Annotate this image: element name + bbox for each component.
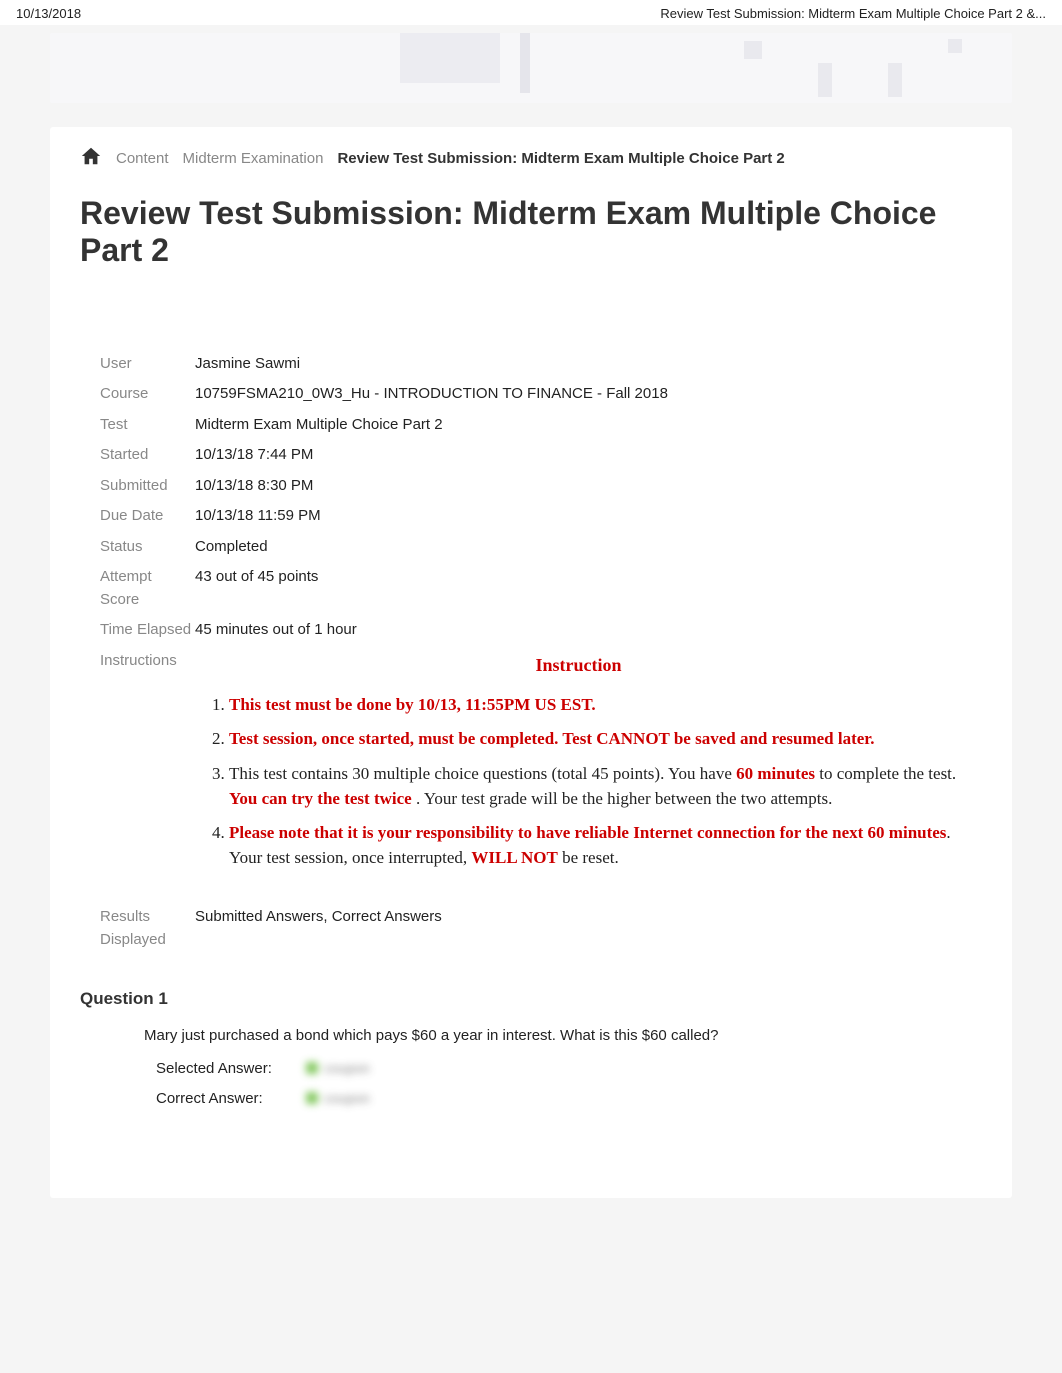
instruction-text: be reset. — [558, 848, 619, 867]
instruction-text: 60 minutes — [736, 764, 815, 783]
banner-shape — [744, 41, 762, 59]
started-value: 10/13/18 7:44 PM — [195, 444, 962, 467]
submitted-label: Submitted — [100, 475, 195, 498]
course-value: 10759FSMA210_0W3_Hu - INTRODUCTION TO FI… — [195, 383, 962, 406]
results-displayed-value: Submitted Answers, Correct Answers — [195, 906, 962, 929]
question-text: Mary just purchased a bond which pays $6… — [144, 1027, 982, 1044]
question-block: Question 1 Mary just purchased a bond wh… — [80, 985, 982, 1108]
instruction-text: This test must be done by 10/13, 11:55PM… — [229, 695, 596, 714]
instructions-heading: Instruction — [195, 652, 962, 679]
banner-shape — [520, 33, 530, 93]
instruction-text: WILL NOT — [471, 848, 557, 867]
correct-answer-label: Correct Answer: — [156, 1090, 306, 1107]
banner-shape — [400, 33, 500, 83]
correct-answer-value: coupon — [324, 1090, 370, 1106]
banner-shape — [818, 63, 832, 97]
correct-answer-row: Correct Answer: coupon — [156, 1088, 982, 1108]
selected-answer-row: Selected Answer: coupon — [156, 1058, 982, 1078]
instruction-text: This test contains 30 multiple choice qu… — [229, 764, 736, 783]
instruction-text: . Your test grade will be the higher bet… — [412, 789, 833, 808]
started-label: Started — [100, 444, 195, 467]
instruction-text: Please note that it is your responsibili… — [229, 823, 946, 842]
breadcrumb-content[interactable]: Content — [116, 150, 169, 167]
test-value: Midterm Exam Multiple Choice Part 2 — [195, 414, 962, 437]
selected-answer-label: Selected Answer: — [156, 1060, 306, 1077]
instructions-label: Instructions — [100, 650, 195, 673]
question-title: Question 1 — [80, 989, 982, 1009]
status-label: Status — [100, 536, 195, 559]
print-doc-title: Review Test Submission: Midterm Exam Mul… — [660, 6, 1046, 21]
instructions-list: This test must be done by 10/13, 11:55PM… — [195, 693, 962, 871]
breadcrumb-midterm-examination[interactable]: Midterm Examination — [183, 150, 324, 167]
correct-answer-value-blurred: coupon — [306, 1088, 386, 1108]
instruction-item: This test must be done by 10/13, 11:55PM… — [229, 693, 962, 718]
correct-indicator-icon — [306, 1062, 318, 1074]
status-value: Completed — [195, 536, 962, 559]
results-displayed-label: Results Displayed — [100, 906, 195, 951]
instruction-item: Test session, once started, must be comp… — [229, 727, 962, 752]
banner-shape — [888, 63, 902, 97]
course-label: Course — [100, 383, 195, 406]
attempt-score-label: Attempt Score — [100, 566, 195, 611]
attempt-score-value: 43 out of 45 points — [195, 566, 962, 589]
due-date-label: Due Date — [100, 505, 195, 528]
course-banner — [50, 33, 1012, 103]
user-value: Jasmine Sawmi — [195, 353, 962, 376]
time-elapsed-label: Time Elapsed — [100, 619, 195, 642]
instruction-item: Please note that it is your responsibili… — [229, 821, 962, 870]
instruction-text: You can try the test twice — [229, 789, 412, 808]
test-label: Test — [100, 414, 195, 437]
home-icon[interactable] — [80, 145, 102, 171]
user-label: User — [100, 353, 195, 376]
due-date-value: 10/13/18 11:59 PM — [195, 505, 962, 528]
instruction-text: to complete the test. — [815, 764, 956, 783]
time-elapsed-value: 45 minutes out of 1 hour — [195, 619, 962, 642]
selected-answer-value: coupon — [324, 1060, 370, 1076]
test-info-panel: User Jasmine Sawmi Course 10759FSMA210_0… — [80, 329, 982, 966]
correct-indicator-icon — [306, 1092, 318, 1104]
instruction-item: This test contains 30 multiple choice qu… — [229, 762, 962, 811]
instruction-text: Test session, once started, must be comp… — [229, 729, 875, 748]
breadcrumb-current: Review Test Submission: Midterm Exam Mul… — [337, 150, 784, 167]
print-date: 10/13/2018 — [16, 6, 81, 21]
breadcrumb: Content Midterm Examination Review Test … — [50, 127, 1012, 195]
selected-answer-value-blurred: coupon — [306, 1058, 386, 1078]
submitted-value: 10/13/18 8:30 PM — [195, 475, 962, 498]
banner-shape — [948, 39, 962, 53]
page-title: Review Test Submission: Midterm Exam Mul… — [50, 195, 1012, 299]
